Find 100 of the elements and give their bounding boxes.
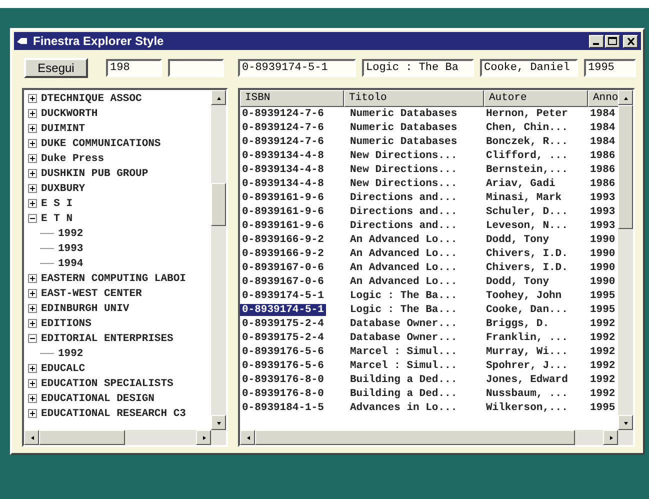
tree-item[interactable]: DUKE COMMUNICATIONS [41, 138, 161, 150]
table-cell-text: An Advanced Lo... [349, 276, 458, 288]
tree-item[interactable]: EDUCATIONAL RESEARCH C3 [41, 408, 186, 420]
collapse-icon[interactable] [28, 334, 37, 343]
column-header[interactable]: ISBN [240, 90, 344, 107]
tree-item[interactable]: 1993 [58, 242, 84, 254]
table-cell-text: 1990 [589, 248, 616, 260]
table-cell-text: 1995 [589, 304, 616, 316]
expand-icon[interactable] [28, 289, 37, 298]
expand-icon[interactable] [28, 364, 37, 373]
expand-icon[interactable] [28, 394, 37, 403]
table-cell-text: Jones, Edward [485, 374, 569, 386]
table-cell-text: Briggs, D. [485, 318, 550, 330]
table-cell-text: 1993 [589, 192, 616, 204]
table-cell-text: 1984 [589, 108, 616, 120]
column-header[interactable]: Autore [484, 90, 588, 107]
table-cell-text: Database Owner... [349, 332, 458, 344]
horizontal-scrollbar[interactable] [24, 430, 211, 445]
tree-item[interactable]: EAST-WEST CENTER [41, 288, 142, 300]
window-icon [17, 37, 27, 45]
table-cell-text: 1984 [589, 136, 616, 148]
tree-item[interactable]: EDUCATIONAL DESIGN [41, 392, 154, 404]
table-cell-text: 0-8939134-4-8 [241, 178, 325, 190]
tree-item[interactable]: DUCKWORTH [41, 108, 98, 120]
expand-icon[interactable] [28, 109, 37, 118]
tree-item[interactable]: EASTERN COMPUTING LABOI [41, 272, 186, 284]
tree-item[interactable]: Duke Press [41, 152, 104, 164]
expand-icon[interactable] [28, 304, 37, 313]
tree-item[interactable]: E T N [41, 212, 73, 224]
table-cell-text: Nussbaum, ... [485, 388, 569, 400]
table-cell-text: 1992 [589, 360, 616, 372]
scrollbar-corner [211, 430, 226, 445]
tree-item[interactable]: EDUCATION SPECIALISTS [41, 378, 174, 390]
table-cell-text: Directions and... [349, 192, 458, 204]
input-field[interactable] [168, 59, 224, 77]
table-cell-text: 1990 [589, 234, 616, 246]
table-cell-text: 0-8939176-5-6 [241, 360, 325, 372]
expand-icon[interactable] [28, 139, 37, 148]
expand-icon[interactable] [28, 124, 37, 133]
table-cell-text: Directions and... [349, 206, 458, 218]
input-field[interactable]: 1995 [584, 59, 636, 77]
table-cell-text: 0-8939176-5-6 [241, 346, 325, 358]
expand-icon[interactable] [28, 154, 37, 163]
scroll-thumb[interactable] [255, 430, 576, 445]
table-cell-text: An Advanced Lo... [349, 262, 458, 274]
close-button[interactable] [623, 34, 638, 48]
table-cell: 0-8939174-5-1 [240, 304, 326, 316]
input-field[interactable]: 198 [106, 59, 162, 77]
table-cell-text: 0-8939167-0-6 [241, 262, 325, 274]
table-cell-text: Bernstein,... [485, 164, 569, 176]
tree-item[interactable]: DTECHNIQUE ASSOC [41, 92, 142, 104]
table-cell-text: Logic : The Ba... [349, 290, 458, 302]
tree-item[interactable]: 1992 [58, 228, 84, 240]
expand-icon[interactable] [28, 379, 37, 388]
tree-item[interactable]: DUSHKIN PUB GROUP [41, 168, 148, 180]
expand-icon[interactable] [28, 409, 37, 418]
expand-icon[interactable] [28, 169, 37, 178]
expand-icon[interactable] [28, 319, 37, 328]
tree-item[interactable]: EDITIONS [41, 318, 92, 330]
table-cell-text: 1993 [589, 220, 616, 232]
table-cell-text: New Directions... [349, 178, 458, 190]
table-cell-text: 0-8939166-9-2 [241, 248, 325, 260]
tree-item[interactable]: EDUCALC [41, 362, 86, 374]
table-cell-text: Numeric Databases [349, 136, 458, 148]
table-cell-text: Franklin, ... [485, 332, 569, 344]
table-cell-text: 1984 [589, 122, 616, 134]
tree-item[interactable]: DUXBURY [41, 182, 86, 194]
table-cell-text: 1995 [589, 290, 616, 302]
scroll-thumb[interactable] [39, 430, 126, 445]
expand-icon[interactable] [28, 199, 37, 208]
table-cell-text: Minasi, Mark [485, 192, 563, 204]
expand-icon[interactable] [28, 274, 37, 283]
scroll-thumb[interactable] [618, 105, 633, 229]
maximize-button[interactable] [605, 34, 620, 48]
tree-item[interactable]: DUIMINT [41, 122, 86, 134]
input-field[interactable]: Logic : The Ba [362, 59, 474, 77]
table-cell-text: Building a Ded... [349, 388, 458, 400]
minimize-button[interactable] [589, 34, 604, 48]
vertical-scrollbar[interactable] [211, 90, 226, 430]
table-cell-text: Marcel : Simul... [349, 346, 458, 358]
table-cell-text: 0-8939124-7-6 [241, 108, 325, 120]
expand-icon[interactable] [28, 94, 37, 103]
expand-icon[interactable] [28, 184, 37, 193]
tree-item[interactable]: 1994 [58, 258, 84, 270]
tree-item[interactable]: 1992 [58, 348, 84, 360]
input-field[interactable]: Cooke, Daniel [480, 59, 578, 77]
horizontal-scrollbar[interactable] [240, 430, 618, 445]
tree-item[interactable]: E S I [41, 198, 73, 210]
scroll-thumb[interactable] [211, 182, 226, 226]
tree-item[interactable]: EDINBURGH UNIV [41, 302, 130, 314]
tree-item[interactable]: EDITORIAL ENTERPRISES [41, 332, 174, 344]
column-header[interactable]: Titolo [344, 90, 484, 107]
maximize-icon [608, 37, 617, 45]
table-cell-text: New Directions... [349, 150, 458, 162]
input-field[interactable]: 0-8939174-5-1 [238, 59, 356, 77]
table-cell-text: Numeric Databases [349, 108, 458, 120]
run-button[interactable]: Esegui [24, 58, 88, 78]
table-cell-text: 0-8939166-9-2 [241, 234, 325, 246]
collapse-icon[interactable] [28, 214, 37, 223]
vertical-scrollbar[interactable] [618, 90, 633, 430]
